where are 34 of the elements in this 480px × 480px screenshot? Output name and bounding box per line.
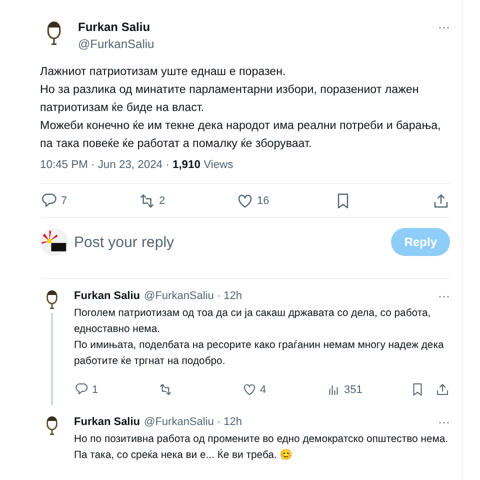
heart-icon[interactable] — [236, 192, 254, 210]
post-text: Лажниот патриотизам уште еднаш е поразен. — [40, 64, 287, 80]
heart-icon[interactable] — [242, 382, 257, 397]
post-timestamp: 10:45 PM · Jun 23, 2024 · 1,910 Views — [40, 159, 450, 184]
post-text: Но за разлика од минатите парламентарни избори, поразениот лажен патриотизам ќе биде на власт. — [40, 82, 420, 116]
author-handle: @FurkanSaliu — [78, 37, 156, 51]
action-count: 16 — [257, 195, 270, 207]
action-count: 351 — [344, 384, 362, 396]
reply-icon[interactable] — [74, 382, 89, 397]
avatar-icon[interactable] — [40, 228, 68, 256]
repost-icon[interactable] — [138, 192, 156, 210]
author-name: Furkan Saliu — [74, 290, 140, 302]
share-icon[interactable] — [435, 382, 450, 397]
more-options-icon[interactable]: ··· — [438, 415, 450, 429]
more-options-icon[interactable]: ··· — [438, 289, 450, 303]
author-handle: @FurkanSaliu · 12h — [144, 416, 242, 428]
post-text: Можеби конечно ќе им текне дека народот има реални потреби и барања, па така повеќе ќе работат а помалку ќе зборуваат. — [40, 118, 442, 152]
reply-text: Па така, со среќа нека ви е... Ќе ви треба. 😊 — [74, 448, 294, 463]
author-handle: @FurkanSaliu · 12h — [144, 290, 242, 302]
share-icon[interactable] — [432, 192, 450, 210]
repost-icon[interactable] — [158, 382, 173, 397]
more-options-icon[interactable]: ··· — [438, 20, 450, 34]
reply-text: Но по позитивна работа од промените во едно демократско општество нема. — [74, 433, 450, 447]
action-count: 4 — [260, 384, 266, 396]
reply-text: Поголем патриотизам од тоа да си ја сакаш државата со дела, со работа, едноставно нема. — [74, 307, 432, 337]
avatar-icon[interactable] — [44, 289, 60, 309]
action-count: 2 — [159, 195, 166, 207]
author-name: Furkan Saliu — [74, 416, 140, 428]
action-count: 1 — [92, 384, 98, 396]
author-name: Furkan Saliu — [78, 20, 152, 34]
action-count: 7 — [61, 195, 68, 207]
avatar-icon[interactable] — [44, 415, 60, 435]
reply-icon[interactable] — [40, 192, 58, 210]
reply-text: По имињата, поделбата на ресорите како граѓанин немам многу надеж дека работите ќе тргнат на подобро. — [74, 339, 445, 369]
